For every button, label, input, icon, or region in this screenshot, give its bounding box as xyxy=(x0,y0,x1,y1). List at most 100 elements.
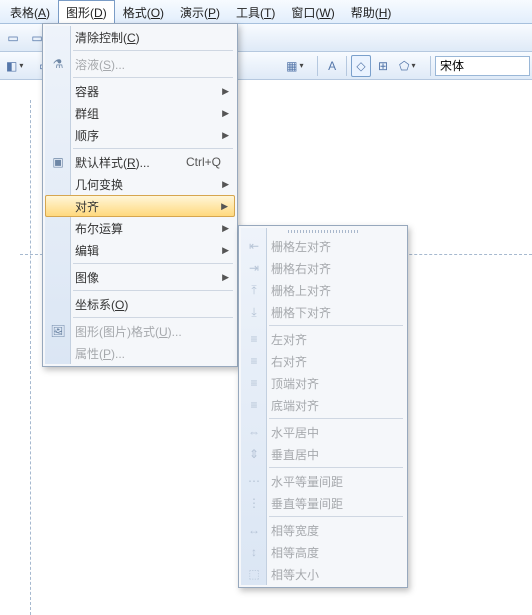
submenu-item-label: 垂直等量间距 xyxy=(271,495,343,512)
font-name-label: 宋体 xyxy=(440,57,464,74)
menuitem-label: 清除控制(C) xyxy=(75,29,140,46)
menuitem-label: 图形(图片)格式(U)... xyxy=(75,323,182,340)
submenu-item-label: 底端对齐 xyxy=(271,397,319,414)
submenu-item-label: 栅格左对齐 xyxy=(271,238,331,255)
menu-工具[interactable]: 工具(T) xyxy=(228,0,283,23)
menu-表格[interactable]: 表格(A) xyxy=(2,0,58,23)
align-水平居中: ⇔ 水平居中 xyxy=(241,421,405,443)
menuitem-label: 默认样式(R)... xyxy=(75,154,150,171)
align-icon: ≡ xyxy=(246,354,262,368)
align-相等大小: ⬚ 相等大小 xyxy=(241,563,405,585)
submenu-items: ⇤栅格左对齐⇥栅格右对齐⤒栅格上对齐⤓栅格下对齐≡左对齐≡右对齐≡顶端对齐≡底端… xyxy=(241,235,405,585)
guide-line-v xyxy=(30,100,31,615)
menuitem-图像[interactable]: 图像 ▶ xyxy=(45,266,235,288)
align-icon: ⋮ xyxy=(246,496,262,510)
submenu-item-label: 水平等量间距 xyxy=(271,473,343,490)
menuitem-label: 图像 xyxy=(75,269,99,286)
align-icon: ⬚ xyxy=(246,567,262,581)
align-右对齐: ≡ 右对齐 xyxy=(241,350,405,372)
submenu-arrow-icon: ▶ xyxy=(221,201,228,212)
align-垂直等量间距: ⋮ 垂直等量间距 xyxy=(241,492,405,514)
submenu-item-label: 相等大小 xyxy=(271,566,319,583)
align-顶端对齐: ≡ 顶端对齐 xyxy=(241,372,405,394)
align-栅格右对齐: ⇥ 栅格右对齐 xyxy=(241,257,405,279)
align-icon: ≡ xyxy=(246,376,262,390)
menuitem-label: 属性(P)... xyxy=(75,345,125,362)
tool-text-icon[interactable]: A xyxy=(322,55,342,77)
graphics-menu-dropdown: 清除控制(C) ⚗ 溶液(S)... 容器 ▶ 群组 ▶ 顺序 ▶ ▣ 默认样式(R)... Ctrl… xyxy=(42,23,238,367)
menu-窗口[interactable]: 窗口(W) xyxy=(283,0,342,23)
submenu-arrow-icon: ▶ xyxy=(222,223,229,234)
picture-icon: 🖼 xyxy=(50,324,66,338)
menuitem-容器[interactable]: 容器 ▶ xyxy=(45,80,235,102)
menu-图形[interactable]: 图形(D) xyxy=(58,0,115,23)
submenu-item-label: 栅格右对齐 xyxy=(271,260,331,277)
tool-new-icon[interactable]: ▭ xyxy=(2,27,24,49)
menuitem-顺序[interactable]: 顺序 ▶ xyxy=(45,124,235,146)
font-selector[interactable]: 宋体 xyxy=(435,56,530,76)
submenu-item-label: 顶端对齐 xyxy=(271,375,319,392)
align-icon: ⋯ xyxy=(246,474,262,488)
menuitem-群组[interactable]: 群组 ▶ xyxy=(45,102,235,124)
align-栅格左对齐: ⇤ 栅格左对齐 xyxy=(241,235,405,257)
submenu-arrow-icon: ▶ xyxy=(222,130,229,141)
menuitem-label: 容器 xyxy=(75,83,99,100)
menu-格式[interactable]: 格式(O) xyxy=(115,0,172,23)
submenu-item-label: 栅格上对齐 xyxy=(271,282,331,299)
menuitem-坐标系[interactable]: 坐标系(O) xyxy=(45,293,235,315)
menubar: 表格(A)图形(D)格式(O)演示(P)工具(T)窗口(W)帮助(H) xyxy=(0,0,532,24)
align-栅格下对齐: ⤓ 栅格下对齐 xyxy=(241,301,405,323)
align-底端对齐: ≡底端对齐 xyxy=(241,394,405,416)
align-icon: ⇔ xyxy=(246,425,262,439)
menuitem-label: 编辑 xyxy=(75,242,99,259)
easel-icon: ▣ xyxy=(50,155,66,169)
align-icon: ⇤ xyxy=(246,239,262,253)
submenu-item-label: 水平居中 xyxy=(271,424,319,441)
align-icon: ⇥ xyxy=(246,261,262,275)
menuitem-label: 对齐 xyxy=(75,198,99,215)
submenu-arrow-icon: ▶ xyxy=(222,86,229,97)
menuitem-label: 布尔运算 xyxy=(75,220,123,237)
submenu-item-label: 相等高度 xyxy=(271,544,319,561)
align-icon: ⤒ xyxy=(246,283,262,298)
menu-帮助[interactable]: 帮助(H) xyxy=(343,0,400,23)
tool-fillcolor-icon[interactable]: ◧▾ xyxy=(2,55,33,77)
submenu-item-label: 垂直居中 xyxy=(271,446,319,463)
menuitem-对齐[interactable]: 对齐 ▶ xyxy=(45,195,235,217)
menuitem-label: 坐标系(O) xyxy=(75,296,128,313)
tool-object-icon[interactable]: ◇ xyxy=(351,55,371,77)
submenu-item-label: 右对齐 xyxy=(271,353,307,370)
align-icon: ⤓ xyxy=(246,305,262,320)
menuitem-默认样式[interactable]: ▣ 默认样式(R)... Ctrl+Q xyxy=(45,151,235,173)
tool-chart-icon[interactable]: ⊞ xyxy=(373,55,393,77)
flask-icon: ⚗ xyxy=(50,57,66,71)
align-水平等量间距: ⋯ 水平等量间距 xyxy=(241,470,405,492)
align-栅格上对齐: ⤒ 栅格上对齐 xyxy=(241,279,405,301)
menuitem-布尔运算[interactable]: 布尔运算 ▶ xyxy=(45,217,235,239)
align-垂直居中: ⇕垂直居中 xyxy=(241,443,405,465)
align-icon: ↔ xyxy=(246,523,262,537)
align-相等高度: ↕ 相等高度 xyxy=(241,541,405,563)
shortcut-label: Ctrl+Q xyxy=(186,155,221,169)
submenu-arrow-icon: ▶ xyxy=(222,108,229,119)
align-icon: ≡ xyxy=(246,332,262,346)
dropdown-items: 清除控制(C) ⚗ 溶液(S)... 容器 ▶ 群组 ▶ 顺序 ▶ ▣ 默认样式(R)... Ctrl… xyxy=(45,26,235,364)
submenu-arrow-icon: ▶ xyxy=(222,179,229,190)
menuitem-属性: 属性(P)... xyxy=(45,342,235,364)
menuitem-label: 群组 xyxy=(75,105,99,122)
menuitem-label: 溶液(S)... xyxy=(75,56,125,73)
menuitem-label: 顺序 xyxy=(75,127,99,144)
submenu-arrow-icon: ▶ xyxy=(222,272,229,283)
menuitem-编辑[interactable]: 编辑▶ xyxy=(45,239,235,261)
submenu-item-label: 栅格下对齐 xyxy=(271,304,331,321)
menuitem-清除控制[interactable]: 清除控制(C) xyxy=(45,26,235,48)
menu-演示[interactable]: 演示(P) xyxy=(172,0,228,23)
tool-bucket-icon[interactable]: ▦▾ xyxy=(282,55,313,77)
align-icon: ↕ xyxy=(246,545,262,559)
tool-shapes-icon[interactable]: ⬠▾ xyxy=(395,55,426,77)
menuitem-溶液: ⚗ 溶液(S)... xyxy=(45,53,235,75)
align-左对齐: ≡左对齐 xyxy=(241,328,405,350)
menuitem-几何变换[interactable]: 几何变换 ▶ xyxy=(45,173,235,195)
align-相等宽度: ↔相等宽度 xyxy=(241,519,405,541)
menuitem-label: 几何变换 xyxy=(75,176,123,193)
